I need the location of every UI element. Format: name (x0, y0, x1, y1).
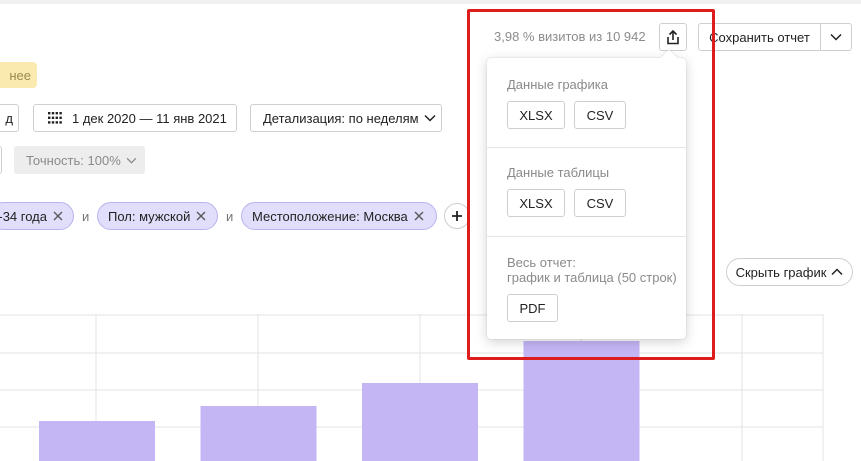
detail-label: Детализация: по неделям (263, 110, 419, 126)
chart-xlsx-button[interactable]: XLSX (507, 101, 565, 129)
chevron-up-icon (831, 268, 843, 276)
date-range-picker[interactable]: 1 дек 2020 — 11 янв 2021 (33, 104, 237, 132)
close-icon[interactable] (53, 211, 63, 221)
segment-chip-label: -34 года (0, 208, 47, 224)
period-button[interactable]: д (0, 104, 19, 132)
save-report-label[interactable]: Сохранить отчет (699, 24, 821, 50)
report-pdf-button[interactable]: PDF (507, 294, 558, 322)
table-csv-label: CSV (586, 195, 614, 211)
chevron-down-icon (126, 157, 137, 164)
chart-xlsx-label: XLSX (519, 107, 553, 123)
table-csv-button[interactable]: CSV (574, 189, 626, 217)
export-button[interactable] (659, 23, 687, 51)
earlier-badge-label: нее (9, 67, 31, 83)
chart-csv-button[interactable]: CSV (574, 101, 626, 129)
segment-chip-label: Местоположение: Москва (252, 208, 408, 224)
accuracy-select[interactable]: Точность: 100% (14, 146, 145, 174)
accuracy-label: Точность: 100% (26, 152, 121, 168)
chart-data-title: Данные графика (507, 77, 608, 92)
date-range-label: 1 дек 2020 — 11 янв 2021 (72, 110, 227, 126)
chart-bar (200, 406, 317, 461)
table-data-title: Данные таблицы (507, 165, 610, 180)
chevron-down-icon (424, 114, 436, 122)
report-pdf-label: PDF (519, 300, 546, 316)
detail-select[interactable]: Детализация: по неделям (250, 104, 442, 132)
calendar-icon (48, 112, 62, 124)
dropdown-caret (660, 49, 678, 67)
chart-bar (362, 383, 478, 461)
chart-bar (39, 421, 155, 461)
export-dropdown: Данные графика XLSX CSV Данные таблицы X… (487, 49, 686, 339)
share-upload-icon (666, 29, 680, 45)
earlier-badge[interactable]: нее (0, 62, 37, 88)
hide-chart-button[interactable]: Скрыть график (726, 258, 853, 286)
top-border (0, 0, 861, 4)
add-segment-button[interactable] (444, 203, 470, 229)
visits-info: 3,98 % визитов из 10 942 (494, 29, 646, 44)
chart-bars (39, 341, 640, 461)
chart-bar (523, 341, 640, 461)
full-report-subtitle: график и таблица (50 строк) (507, 270, 677, 285)
segment-joiner: и (82, 209, 90, 224)
segment-joiner: и (226, 209, 234, 224)
segment-chip-gender[interactable]: Пол: мужской (97, 202, 218, 230)
chevron-down-icon[interactable] (821, 24, 851, 50)
segment-chip-label: Пол: мужской (108, 208, 191, 224)
filter-button-cut[interactable] (0, 146, 2, 174)
table-xlsx-label: XLSX (519, 195, 553, 211)
save-report-button[interactable]: Сохранить отчет (698, 23, 852, 51)
divider (487, 236, 686, 237)
close-icon[interactable] (196, 211, 206, 221)
close-icon[interactable] (414, 211, 424, 221)
bar-chart (0, 314, 824, 461)
segment-chip-location[interactable]: Местоположение: Москва (241, 202, 437, 230)
plus-icon (451, 210, 463, 222)
chart-csv-label: CSV (586, 107, 614, 123)
segment-chip-age[interactable]: -34 года (0, 202, 74, 230)
table-xlsx-button[interactable]: XLSX (507, 189, 565, 217)
period-label: д (5, 110, 13, 126)
hide-chart-label: Скрыть график (735, 264, 827, 280)
divider (487, 147, 686, 148)
